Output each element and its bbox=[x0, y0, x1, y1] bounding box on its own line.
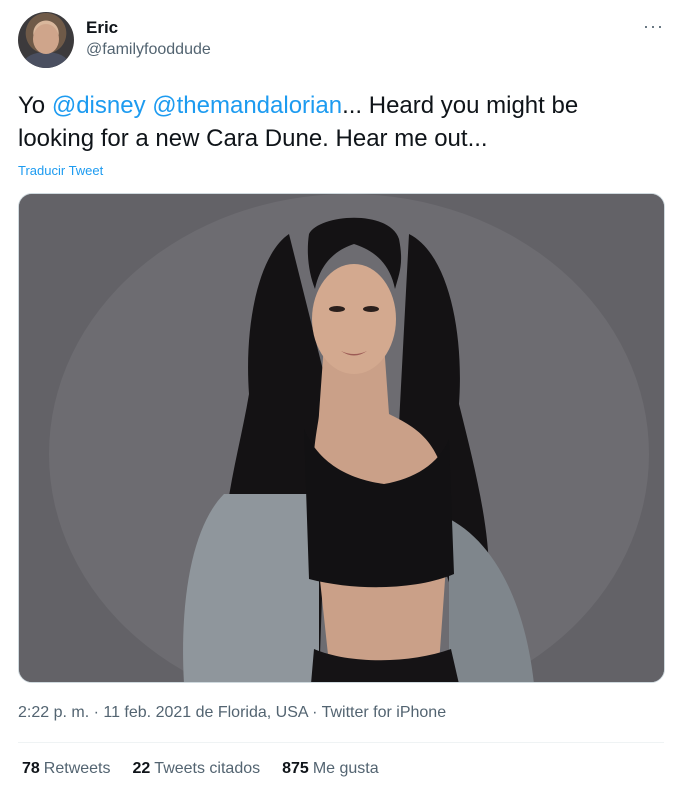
quotes-label: Tweets citados bbox=[154, 760, 261, 777]
author-handle[interactable]: @familyfooddude bbox=[86, 41, 211, 59]
tweet-location: de Florida, USA bbox=[191, 704, 308, 721]
tweet-photo[interactable] bbox=[18, 193, 665, 683]
avatar-face-shape bbox=[33, 24, 59, 54]
author-avatar[interactable] bbox=[18, 12, 74, 68]
likes-label: Me gusta bbox=[312, 760, 379, 777]
photo-woman-portrait bbox=[19, 194, 664, 682]
mention-themandalorian-link[interactable]: @themandalorian bbox=[152, 92, 342, 119]
tweet-source-link[interactable]: Twitter for iPhone bbox=[322, 704, 447, 721]
quotes-count: 22 bbox=[132, 760, 151, 777]
more-options-icon[interactable]: ··· bbox=[643, 16, 664, 37]
mention-disney-link[interactable]: @disney bbox=[52, 92, 146, 119]
tweet-time[interactable]: 2:22 p. m. bbox=[18, 704, 89, 721]
likes-count: 875 bbox=[282, 760, 309, 777]
tweet-text: Yo @disney @themandalorian... Heard you … bbox=[18, 89, 658, 155]
avatar-shirt-shape bbox=[24, 52, 68, 68]
divider bbox=[18, 742, 664, 743]
tweet-date[interactable]: 11 feb. 2021 bbox=[103, 704, 191, 721]
tweet-meta: 2:22 p. m. · 11 feb. 2021 de Florida, US… bbox=[18, 704, 446, 722]
tweet-text-start: Yo bbox=[18, 92, 52, 119]
author-name[interactable]: Eric bbox=[86, 18, 118, 38]
retweets-label: Retweets bbox=[43, 760, 111, 777]
meta-separator: · bbox=[307, 704, 322, 721]
translate-tweet-link[interactable]: Traducir Tweet bbox=[18, 163, 103, 178]
retweets-stat[interactable]: 78 Retweets bbox=[22, 760, 111, 778]
likes-stat[interactable]: 875 Me gusta bbox=[282, 760, 379, 778]
quote-tweets-stat[interactable]: 22 Tweets citados bbox=[133, 760, 261, 778]
tweet-stats: 78 Retweets 22 Tweets citados 875 Me gusta bbox=[22, 760, 379, 778]
retweets-count: 78 bbox=[22, 760, 40, 777]
meta-separator: · bbox=[89, 704, 104, 721]
